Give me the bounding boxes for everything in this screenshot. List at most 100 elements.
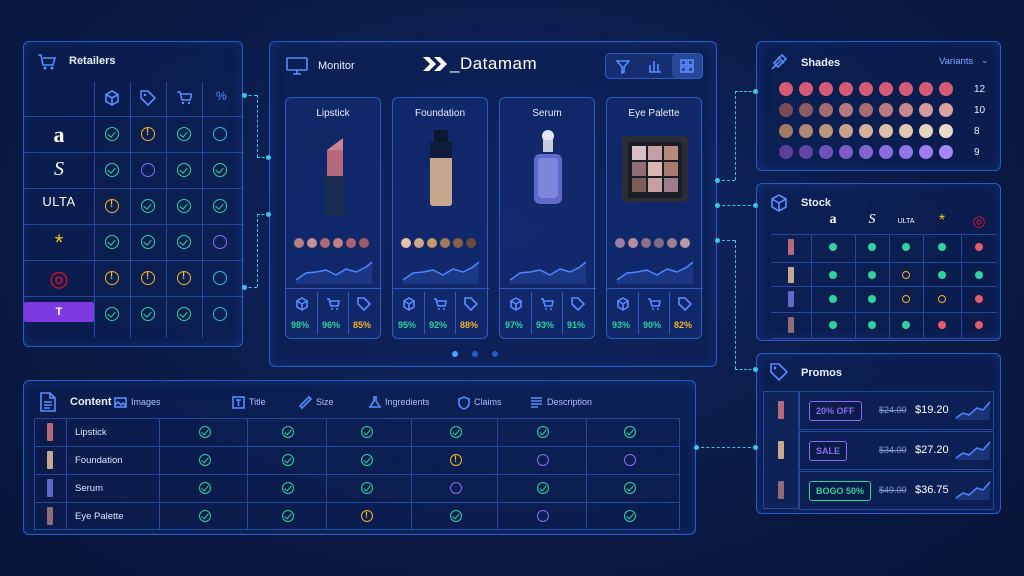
retailer-logo-walmart[interactable]: * [24, 230, 94, 256]
retailer-logo-ulta[interactable]: ULTA [24, 194, 94, 209]
shade-dot[interactable] [919, 103, 933, 117]
retailer-logo-target[interactable]: ◎ [24, 266, 94, 292]
status-warning-icon [105, 271, 119, 285]
shade-dot[interactable] [839, 124, 853, 138]
status-warning-icon [361, 510, 373, 522]
shade-swatch[interactable] [294, 238, 304, 248]
shade-dot[interactable] [799, 103, 813, 117]
shade-swatch[interactable] [307, 238, 317, 248]
shade-dot[interactable] [939, 145, 953, 159]
shade-dot[interactable] [859, 103, 873, 117]
shade-dot[interactable] [779, 124, 793, 138]
shade-dot[interactable] [819, 103, 833, 117]
shade-dot[interactable] [859, 145, 873, 159]
column-header-size[interactable]: Size [316, 397, 334, 407]
shade-dot[interactable] [819, 82, 833, 96]
shade-dot[interactable] [779, 82, 793, 96]
tag-icon [770, 363, 788, 381]
column-header-ingredients[interactable]: Ingredients [385, 397, 430, 407]
column-header-images[interactable]: Images [131, 397, 161, 407]
grid-line [771, 312, 997, 313]
product-card-foundation[interactable]: Foundation 95% 92% 88% [392, 97, 489, 339]
shade-swatch[interactable] [440, 238, 450, 248]
column-header-claims[interactable]: Claims [474, 397, 502, 407]
promo-badge[interactable]: SALE [809, 441, 848, 461]
shade-dot[interactable] [939, 124, 953, 138]
promo-badge[interactable]: 20% OFF [809, 401, 862, 421]
shade-dot[interactable] [779, 103, 793, 117]
chart-view-icon[interactable] [648, 59, 662, 73]
status-check-icon [450, 510, 462, 522]
carousel-dot-3[interactable] [492, 351, 498, 357]
filter-icon[interactable] [616, 60, 630, 74]
carousel-dot-2[interactable] [472, 351, 478, 357]
stock-product-thumb [786, 237, 796, 262]
brand-name: _Datamam [450, 54, 538, 73]
shade-swatch[interactable] [346, 238, 356, 248]
shade-swatch[interactable] [615, 238, 625, 248]
shade-swatch[interactable] [359, 238, 369, 248]
shade-dot[interactable] [879, 145, 893, 159]
shade-dot[interactable] [899, 124, 913, 138]
stat-divider [455, 292, 456, 334]
variants-dropdown[interactable]: Variants [939, 56, 973, 67]
shade-dot[interactable] [859, 82, 873, 96]
grid-line [771, 338, 997, 339]
shade-swatch[interactable] [466, 238, 476, 248]
shade-dot[interactable] [939, 103, 953, 117]
shade-dot[interactable] [799, 82, 813, 96]
shade-dot[interactable] [879, 103, 893, 117]
shade-swatch[interactable] [333, 238, 343, 248]
shade-dot[interactable] [839, 103, 853, 117]
column-header-title[interactable]: Title [249, 397, 266, 407]
shade-swatch[interactable] [641, 238, 651, 248]
retailer-logo-sephora[interactable]: S [24, 158, 94, 181]
shade-dot[interactable] [899, 82, 913, 96]
status-pending-icon [141, 163, 155, 177]
status-pending-icon [624, 454, 636, 466]
card-divider [500, 288, 596, 289]
shade-dot[interactable] [899, 145, 913, 159]
shade-dot[interactable] [799, 145, 813, 159]
product-image [622, 130, 688, 221]
shade-swatch[interactable] [401, 238, 411, 248]
chevron-down-icon[interactable]: ⌄ [981, 55, 989, 66]
content-product-thumb [43, 421, 57, 448]
shade-swatch[interactable] [414, 238, 424, 248]
retailer-logo-amazon[interactable]: a [24, 122, 94, 148]
column-header-description[interactable]: Description [547, 397, 592, 407]
status-check-icon [177, 127, 191, 141]
shade-swatch[interactable] [654, 238, 664, 248]
shade-dot[interactable] [879, 124, 893, 138]
shade-dot[interactable] [899, 103, 913, 117]
shade-swatch[interactable] [427, 238, 437, 248]
shade-dot[interactable] [839, 145, 853, 159]
product-card-lipstick[interactable]: Lipstick 98% 96% 85% [285, 97, 382, 339]
product-card-serum[interactable]: Serum 97% 93% 91% [499, 97, 596, 339]
shade-dot[interactable] [919, 124, 933, 138]
stock-retailer-logo: a [829, 212, 837, 227]
shade-dot[interactable] [919, 145, 933, 159]
status-check-icon [361, 454, 373, 466]
product-card-eye-palette[interactable]: Eye Palette 93% 90% 82% [606, 97, 703, 339]
shade-swatch[interactable] [680, 238, 690, 248]
stock-product-thumb [786, 265, 796, 290]
promo-badge[interactable]: BOGO 50% [809, 481, 872, 501]
shade-swatch[interactable] [320, 238, 330, 248]
shade-dot[interactable] [819, 124, 833, 138]
shade-dot[interactable] [779, 145, 793, 159]
shade-dot[interactable] [859, 124, 873, 138]
shade-dot[interactable] [839, 82, 853, 96]
shade-swatch[interactable] [667, 238, 677, 248]
shade-dot[interactable] [879, 82, 893, 96]
grid-line [586, 418, 587, 530]
shade-dot[interactable] [919, 82, 933, 96]
shade-swatch[interactable] [453, 238, 463, 248]
shade-dot[interactable] [939, 82, 953, 96]
shade-dot[interactable] [819, 145, 833, 159]
retailer-logo-t[interactable]: T [24, 302, 94, 322]
shade-swatch[interactable] [628, 238, 638, 248]
shade-dot[interactable] [799, 124, 813, 138]
stock-indicator [868, 321, 876, 329]
carousel-dot-1[interactable] [452, 351, 458, 357]
